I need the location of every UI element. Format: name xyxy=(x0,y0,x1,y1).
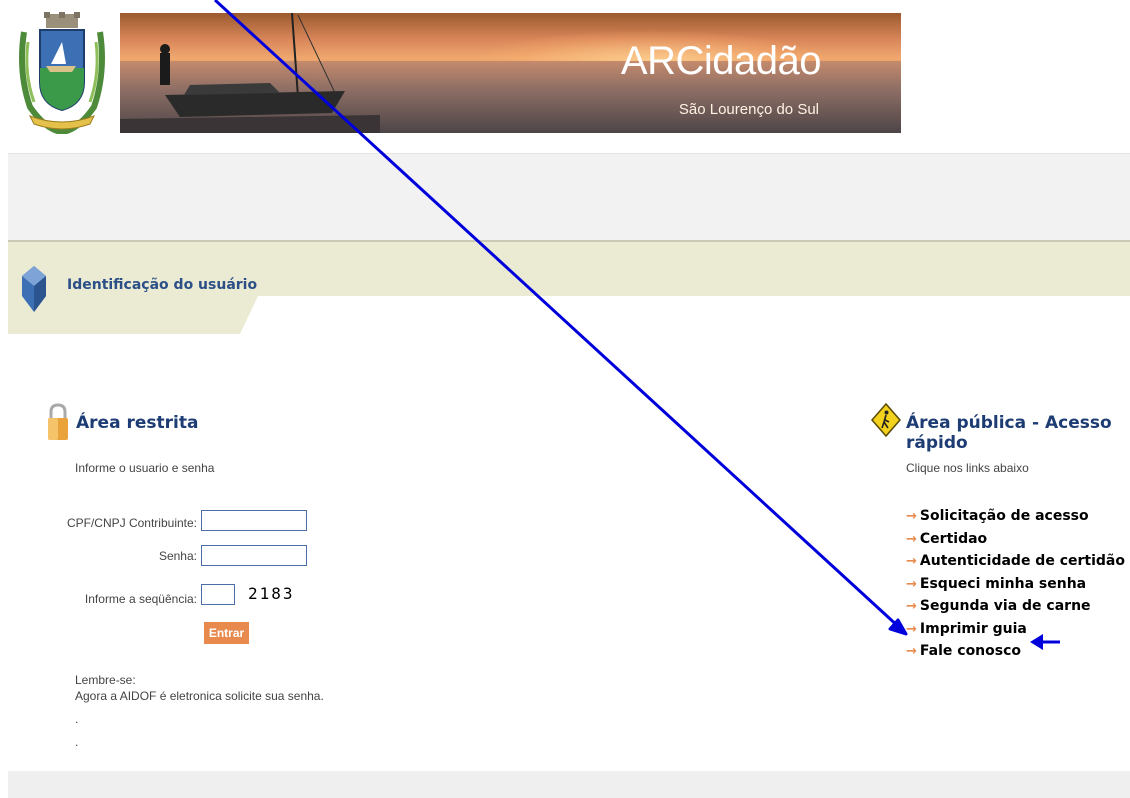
sequence-label: Informe a seqüência: xyxy=(84,592,197,606)
link-label: Imprimir guia xyxy=(919,620,1027,637)
link-label: Fale conosco xyxy=(919,643,1022,659)
arrow-right-icon: → xyxy=(906,576,917,592)
reminder-text: Agora a AIDOF é eletronica solicite sua … xyxy=(75,689,324,703)
captcha-input[interactable] xyxy=(201,584,235,605)
captcha-code: 2183 xyxy=(248,584,295,603)
link-label: Segunda via de carne xyxy=(919,598,1091,614)
link-segunda-via-de-carne[interactable]: → Segunda via de carne xyxy=(906,595,1125,618)
password-label: Senha: xyxy=(158,549,197,563)
password-input[interactable] xyxy=(201,545,307,566)
link-label: Solicitação de acesso xyxy=(919,508,1089,524)
link-imprimir-guia[interactable]: → Imprimir guia xyxy=(906,618,1125,641)
user-identification-icon xyxy=(22,266,46,312)
login-button[interactable]: Entrar xyxy=(204,622,249,644)
cpf-label: CPF/CNPJ Contribuinte: xyxy=(66,516,197,530)
restricted-area-heading: Área restrita xyxy=(76,413,199,433)
cpf-input[interactable] xyxy=(201,510,307,531)
quick-links-list: → Solicitação de acesso → Certidao → Autent… xyxy=(906,505,1125,663)
link-autenticidade-de-certidao[interactable]: → Autenticidade de certidão xyxy=(906,550,1125,573)
link-label: Certidao xyxy=(919,530,988,547)
reminder-title: Lembre-se: xyxy=(75,673,136,687)
sailboat-image xyxy=(120,13,380,133)
link-fale-conosco[interactable]: → Fale conosco xyxy=(906,640,1125,663)
arrow-right-icon: → xyxy=(906,531,917,547)
nav-bar xyxy=(8,153,1130,243)
app-subtitle: São Lourenço do Sul xyxy=(678,101,819,118)
arrow-right-icon: → xyxy=(906,644,917,659)
link-esqueci-minha-senha[interactable]: → Esqueci minha senha xyxy=(906,573,1125,596)
section-title: Identificação do usuário xyxy=(67,277,258,293)
pedestrian-warning-icon xyxy=(871,403,901,437)
public-instruction: Clique nos links abaixo xyxy=(906,461,1029,475)
reminder-dot: . xyxy=(75,712,79,726)
link-certidao[interactable]: → Certidao xyxy=(906,528,1125,551)
arrow-right-icon: → xyxy=(906,554,917,569)
link-label: Autenticidade de certidão xyxy=(919,553,1125,569)
link-solicitacao-de-acesso[interactable]: → Solicitação de acesso xyxy=(906,505,1125,528)
reminder-dot: . xyxy=(75,735,79,749)
municipal-crest-logo xyxy=(19,12,105,134)
app-title: ARCidadão xyxy=(620,39,822,83)
arrow-right-icon: → xyxy=(906,621,917,637)
restricted-instruction: Informe o usuario e senha xyxy=(75,461,215,475)
arrow-right-icon: → xyxy=(906,599,917,614)
header-banner: ARCidadão São Lourenço do Sul xyxy=(120,13,901,133)
arrow-right-icon: → xyxy=(906,509,917,524)
public-area-heading: Área pública - Acesso rápido xyxy=(906,413,1112,453)
link-label: Esqueci minha senha xyxy=(919,575,1087,592)
footer-bar xyxy=(8,771,1130,798)
lock-icon xyxy=(48,403,68,440)
